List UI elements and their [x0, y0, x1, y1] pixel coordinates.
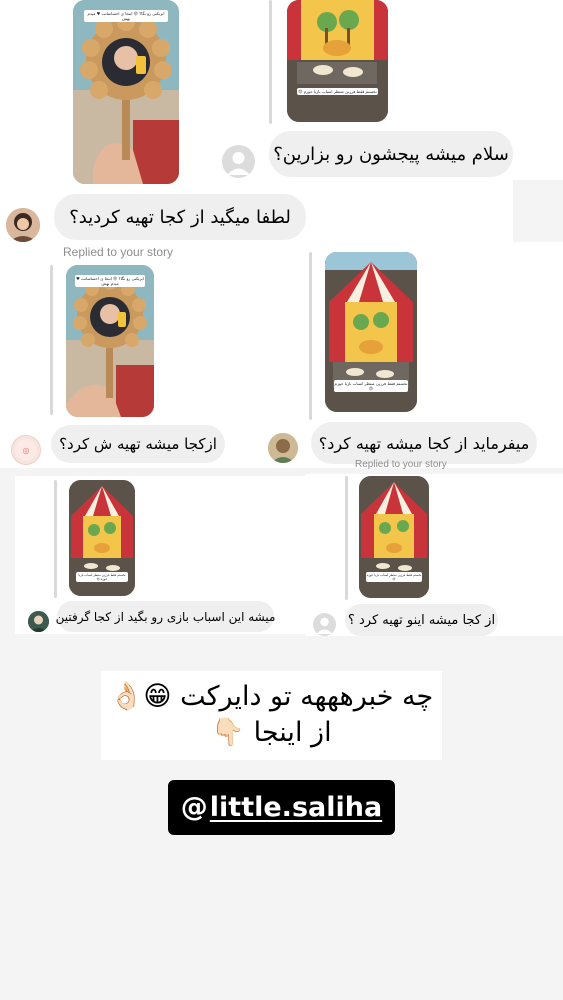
message-bubble[interactable]: از کجا میشه اینو تهیه کرد ؟: [345, 604, 498, 636]
profile-photo-icon: [6, 208, 40, 242]
mirror-story-image: [66, 265, 154, 417]
story-caption: نخستم فقط فرزین منتظر اسباب بازیا جوزم 😍: [297, 88, 378, 95]
avatar[interactable]: [222, 145, 255, 178]
profile-photo-icon: [268, 433, 298, 463]
message-text: سلام میشه پیجشون رو بزارین؟: [273, 143, 509, 165]
message-text: میفرماید از کجا میشه تهیه کرد؟: [318, 433, 530, 453]
message-bubble[interactable]: لطفا میگید از کجا تهیه کردید؟: [54, 194, 306, 240]
promo-text-box: چه خبرهههه تو دایرکت 😁👌🏻 از اینجا 👇🏻: [101, 671, 442, 760]
handle-text: little.saliha: [209, 792, 383, 823]
threads-icon: @: [180, 792, 208, 823]
threads-handle-sticker[interactable]: @ little.saliha: [168, 780, 395, 835]
promo-line-1: چه خبرهههه تو دایرکت 😁👌🏻: [109, 681, 434, 712]
story-caption: ابزبکنی رو نگا؟ 😜 اینجا ی احساساتت ♥ مید…: [74, 275, 146, 287]
avatar[interactable]: [28, 611, 49, 632]
story-caption: نخستم فقط فرزین منتظر اسباب بازیا جوزم 😍: [75, 572, 129, 582]
avatar[interactable]: [268, 433, 298, 463]
message-text: لطفا میگید از کجا تهیه کردید؟: [69, 206, 291, 228]
mirror-story-image: [73, 0, 179, 184]
promo-line-2: از اینجا 👇🏻: [211, 717, 332, 748]
story-preview-mirror[interactable]: ابزبکنی رو نگا؟ 😜 اینجا ی احساساتت ♥ مید…: [66, 265, 154, 417]
message-bubble[interactable]: ازکجا میشه تهیه ش کرد؟: [51, 425, 225, 463]
message-bubble[interactable]: سلام میشه پیجشون رو بزارین؟: [269, 131, 513, 177]
reply-indicator-line: [309, 252, 312, 420]
replied-to-story-label: Replied to your story: [355, 459, 447, 470]
reply-indicator-line: [54, 480, 57, 598]
story-caption: ابزبکنی رو نگا؟ 😜 اینجا ی احساساتت ♥ مید…: [83, 10, 169, 22]
story-preview-circus[interactable]: نخستم فقط فرزین منتظر اسباب بازیا جوزم 😍: [359, 476, 429, 598]
message-bubble[interactable]: میفرماید از کجا میشه تهیه کرد؟: [311, 422, 537, 464]
avatar[interactable]: [6, 208, 40, 242]
reply-indicator-line: [50, 265, 53, 415]
reply-indicator-line: [269, 0, 272, 124]
message-text: میشه این اسباب بازی رو بگید از کجا گرفتی…: [55, 609, 276, 624]
svg-text:◎: ◎: [23, 446, 30, 455]
story-preview-circus[interactable]: نخستم فقط فرزین منتظر اسباب بازیا جوزم 😍: [287, 0, 388, 122]
story-preview-mirror[interactable]: ابزبکنی رو نگا؟ 😜 اینجا ی احساساتت ♥ مید…: [73, 0, 179, 184]
circus-story-image: [287, 0, 388, 122]
story-preview-circus[interactable]: نخستم فقط فرزین منتظر اسباب بازیا جوزم 😍: [69, 480, 135, 596]
reply-indicator-line: [345, 476, 348, 600]
profile-photo-icon: [28, 611, 49, 632]
message-bubble[interactable]: میشه این اسباب بازی رو بگید از کجا گرفتی…: [55, 601, 276, 632]
story-caption: نخستم فقط فرزین منتظر اسباب بازیا جوزم 😍: [366, 572, 422, 582]
story-preview-circus[interactable]: نخستم فقط فرزین منتظر اسباب بازیا جوزم 😍: [325, 252, 417, 412]
user-placeholder-icon: [227, 152, 250, 175]
user-placeholder-icon: [316, 617, 333, 634]
replied-to-story-label: Replied to your story: [63, 245, 174, 259]
avatar[interactable]: [313, 613, 336, 636]
message-text: ازکجا میشه تهیه ش کرد؟: [59, 435, 217, 453]
story-caption: نخستم فقط فرزین منتظر اسباب بازیا جوزم 😍: [334, 380, 408, 392]
message-text: از کجا میشه اینو تهیه کرد ؟: [347, 612, 496, 628]
chat-panel-right-edge: [513, 0, 563, 180]
profile-logo-icon: ◎: [15, 439, 37, 461]
avatar[interactable]: ◎: [11, 435, 41, 465]
